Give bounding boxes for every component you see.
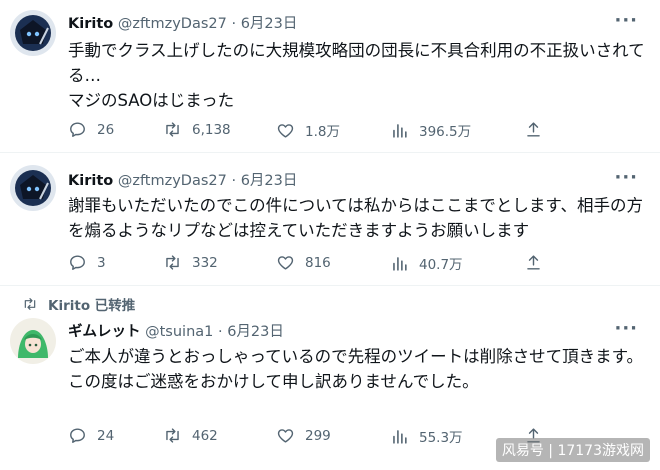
retweet-button[interactable]: 462 xyxy=(163,426,218,445)
tweet-2[interactable]: Kirito @zftmzyDas27 · 6月23日 ··· 謝罪もいただいた… xyxy=(0,155,660,285)
tweet-header: Kirito @zftmzyDas27 · 6月23日 xyxy=(68,12,297,33)
share-icon xyxy=(524,120,543,139)
share-button[interactable] xyxy=(524,253,543,272)
author-name[interactable]: ギムレット xyxy=(68,324,141,340)
like-icon xyxy=(276,121,295,140)
tweet-1[interactable]: Kirito @zftmzyDas27 · 6月23日 ··· 手動でクラス上げ… xyxy=(0,0,660,150)
like-count: 1.8万 xyxy=(305,124,340,140)
reply-icon xyxy=(68,253,87,272)
more-icon[interactable]: ··· xyxy=(614,167,638,188)
like-icon xyxy=(276,426,295,445)
tweet-actions: 3 332 816 40.7万 xyxy=(68,253,628,277)
share-icon xyxy=(524,253,543,272)
author-name[interactable]: Kirito xyxy=(68,173,113,189)
tweet-text-line: マジのSAOはじまった xyxy=(68,91,235,110)
tweet-actions: 26 6,138 1.8万 396.5万 xyxy=(68,120,628,144)
share-button[interactable] xyxy=(524,120,543,139)
reply-icon xyxy=(68,120,87,139)
retweet-icon xyxy=(163,426,182,445)
views-icon xyxy=(390,121,409,140)
tweet-text-line: この度はご迷惑をおかけして申し訳ありませんでした。 xyxy=(68,372,479,391)
tweet-text-line: 謝罪もいただいたのでこの件については私からはここまでとします、相手の方を煽るよう… xyxy=(68,196,644,240)
tweet-text: 手動でクラス上げしたのに大規模攻略団の団長に不具合利用の不正扱いされてる… マジ… xyxy=(68,38,648,113)
more-icon[interactable]: ··· xyxy=(614,10,638,31)
retweet-context: Kirito 已转推 xyxy=(22,294,135,314)
separator: · xyxy=(226,16,241,32)
tweet-header: ギムレット @tsuina1 · 6月23日 xyxy=(68,320,284,341)
retweet-icon xyxy=(22,296,38,312)
like-button[interactable]: 299 xyxy=(276,426,331,445)
retweet-button[interactable]: 332 xyxy=(163,253,218,272)
retweeted-by-label[interactable]: Kirito 已转推 xyxy=(48,294,135,314)
avatar[interactable] xyxy=(10,165,56,211)
tweet-text-line: 手動でクラス上げしたのに大規模攻略団の団長に不具合利用の不正扱いされてる… xyxy=(68,41,645,85)
divider xyxy=(0,152,660,153)
like-button[interactable]: 816 xyxy=(276,253,331,272)
avatar[interactable] xyxy=(10,318,56,364)
retweet-count: 332 xyxy=(192,254,218,271)
reply-button[interactable]: 26 xyxy=(68,120,114,139)
views-count: 40.7万 xyxy=(419,257,463,273)
tweet-text: 謝罪もいただいたのでこの件については私からはここまでとします、相手の方を煽るよう… xyxy=(68,193,648,243)
author-handle[interactable]: @zftmzyDas27 xyxy=(118,16,227,32)
author-handle[interactable]: @tsuina1 xyxy=(145,324,213,340)
views-button[interactable]: 55.3万 xyxy=(390,426,463,446)
reply-count: 24 xyxy=(97,427,115,444)
views-count: 55.3万 xyxy=(419,430,463,446)
views-count: 396.5万 xyxy=(419,124,472,140)
tweet-date[interactable]: 6月23日 xyxy=(241,173,298,189)
retweet-count: 462 xyxy=(192,427,218,444)
tweet-header: Kirito @zftmzyDas27 · 6月23日 xyxy=(68,169,297,190)
watermark: 风易号 | 17173游戏网 xyxy=(495,438,650,462)
views-button[interactable]: 396.5万 xyxy=(390,120,471,140)
retweet-button[interactable]: 6,138 xyxy=(163,120,231,139)
like-count: 299 xyxy=(305,427,331,444)
more-icon[interactable]: ··· xyxy=(614,318,638,339)
author-name[interactable]: Kirito xyxy=(68,16,113,32)
retweet-icon xyxy=(163,120,182,139)
reply-button[interactable]: 24 xyxy=(68,426,114,445)
retweet-icon xyxy=(163,253,182,272)
separator: · xyxy=(226,173,241,189)
reply-icon xyxy=(68,426,87,445)
like-button[interactable]: 1.8万 xyxy=(276,120,340,140)
reply-button[interactable]: 3 xyxy=(68,253,106,272)
like-icon xyxy=(276,253,295,272)
views-icon xyxy=(390,427,409,446)
tweet-date[interactable]: 6月23日 xyxy=(227,324,284,340)
retweet-count: 6,138 xyxy=(192,121,231,138)
reply-count: 26 xyxy=(97,121,115,138)
avatar[interactable] xyxy=(10,10,56,56)
tweet-text-line: ご本人が違うとおっしゃっているので先程のツイートは削除させて頂きます。 xyxy=(68,347,644,366)
tweet-date[interactable]: 6月23日 xyxy=(241,16,298,32)
like-count: 816 xyxy=(305,254,331,271)
views-icon xyxy=(390,254,409,273)
separator: · xyxy=(213,324,228,340)
author-handle[interactable]: @zftmzyDas27 xyxy=(118,173,227,189)
tweet-text: ご本人が違うとおっしゃっているので先程のツイートは削除させて頂きます。 この度は… xyxy=(68,344,648,394)
reply-count: 3 xyxy=(97,254,106,271)
views-button[interactable]: 40.7万 xyxy=(390,253,463,273)
